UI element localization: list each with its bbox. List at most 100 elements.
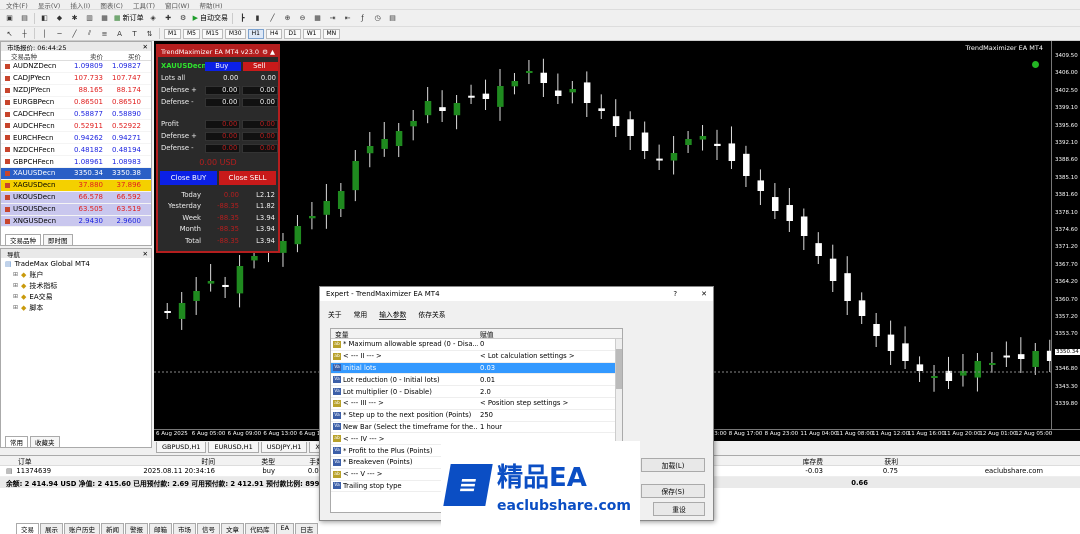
parameter-row[interactable]: Va Initial lots 0.03 bbox=[331, 362, 622, 375]
candle-chart-icon[interactable]: ▮ bbox=[252, 13, 263, 24]
tab-tick-chart[interactable]: 即时图 bbox=[43, 234, 73, 245]
menu-item[interactable]: 窗口(W) bbox=[165, 0, 190, 10]
terminal-tab[interactable]: EA bbox=[275, 523, 295, 534]
auto-trading-button[interactable]: ▶ 自动交易 bbox=[193, 13, 228, 23]
chart-shift-icon[interactable]: ⇤ bbox=[342, 13, 353, 24]
chart-tab[interactable]: EURUSD,H1 bbox=[208, 442, 259, 453]
expand-icon[interactable]: ⊞ bbox=[13, 304, 18, 311]
navigator-icon[interactable]: ✱ bbox=[69, 13, 80, 24]
market-watch-row[interactable]: AUDCHFecn 0.52911 0.52922 bbox=[1, 120, 151, 133]
expand-icon[interactable]: ⊞ bbox=[13, 282, 18, 289]
market-watch-row[interactable]: XAUUSDecn 3350.34 3350.38 bbox=[1, 168, 151, 180]
menu-item[interactable]: 图表(C) bbox=[100, 0, 123, 10]
timeframe-d1[interactable]: D1 bbox=[284, 28, 301, 39]
cursor-icon[interactable]: ↖ bbox=[4, 28, 15, 39]
menu-item[interactable]: 插入(I) bbox=[70, 0, 90, 10]
close-icon[interactable]: ✕ bbox=[143, 250, 148, 258]
zoom-in-icon[interactable]: ⊕ bbox=[282, 13, 293, 24]
chart-tab[interactable]: GBPUSD,H1 bbox=[156, 442, 207, 453]
market-watch-row[interactable]: CADJPYecn 107.733 107.747 bbox=[1, 73, 151, 85]
profiles-icon[interactable]: ▤ bbox=[19, 13, 30, 24]
sell-button[interactable]: Sell bbox=[242, 61, 278, 71]
templates-icon[interactable]: ▤ bbox=[387, 13, 398, 24]
channel-icon[interactable]: ⫽ bbox=[84, 28, 95, 39]
periods-icon[interactable]: ◷ bbox=[372, 13, 383, 24]
menu-item[interactable]: 显示(V) bbox=[38, 0, 61, 10]
parameter-row[interactable]: ab < --- III --- > < Position step setting… bbox=[331, 398, 622, 410]
timeframe-m15[interactable]: M15 bbox=[202, 28, 223, 39]
terminal-tab[interactable]: 新闻 bbox=[101, 523, 124, 534]
horizontal-line-icon[interactable]: ─ bbox=[54, 28, 65, 39]
dialog-tab[interactable]: 关于 bbox=[328, 309, 342, 319]
timeframe-mn[interactable]: MN bbox=[322, 28, 341, 39]
menu-item[interactable]: 文件(F) bbox=[6, 0, 28, 10]
terminal-tab[interactable]: 警报 bbox=[125, 523, 148, 534]
market-watch-row[interactable]: AUDNZDecn 1.09809 1.09827 bbox=[1, 61, 151, 73]
timeframe-h1[interactable]: H1 bbox=[247, 28, 264, 39]
terminal-tab[interactable]: 邮箱 bbox=[149, 523, 172, 534]
gear-icon[interactable]: ⚙ bbox=[262, 48, 268, 56]
parameter-row[interactable]: Va New Bar (Select the timeframe for the.… bbox=[331, 422, 622, 434]
load-button[interactable]: 加载(L) bbox=[641, 458, 705, 472]
expand-icon[interactable]: ⊞ bbox=[13, 271, 18, 278]
chart-tab[interactable]: USDJPY,H1 bbox=[260, 442, 308, 453]
parameter-row[interactable]: Va Lot reduction (0 - Initial lots) 0.01 bbox=[331, 374, 622, 387]
crosshair-tool-icon[interactable]: ┼ bbox=[19, 28, 30, 39]
market-watch-row[interactable]: NZDCHFecn 0.48182 0.48194 bbox=[1, 144, 151, 157]
navigator-item[interactable]: ⊞ ◆ 脚本 bbox=[1, 302, 151, 313]
market-watch-row[interactable]: EURCHFecn 0.94262 0.94271 bbox=[1, 132, 151, 145]
terminal-tab[interactable]: 文章 bbox=[221, 523, 244, 534]
line-chart-icon[interactable]: ╱ bbox=[267, 13, 278, 24]
help-button[interactable]: ? bbox=[673, 290, 677, 298]
collapse-icon[interactable]: ▲ bbox=[270, 48, 275, 56]
terminal-tab[interactable]: 账户历史 bbox=[64, 523, 100, 534]
dialog-tab[interactable]: 常用 bbox=[354, 309, 368, 319]
terminal-tab[interactable]: 市场 bbox=[173, 523, 196, 534]
reset-button[interactable]: 重设 bbox=[653, 502, 705, 516]
market-watch-row[interactable]: NZDJPYecn 88.165 88.174 bbox=[1, 85, 151, 97]
dialog-tab[interactable]: 依存关系 bbox=[418, 309, 445, 319]
crosshair-icon[interactable]: ✚ bbox=[163, 13, 174, 24]
navigator-item[interactable]: ⊞ ◆ 账户 bbox=[1, 269, 151, 280]
meta-editor-icon[interactable]: ◈ bbox=[148, 13, 159, 24]
terminal-icon[interactable]: ▥ bbox=[84, 13, 95, 24]
timeframe-m5[interactable]: M5 bbox=[183, 28, 200, 39]
tile-icon[interactable]: ▦ bbox=[312, 13, 323, 24]
timeframe-m30[interactable]: M30 bbox=[224, 28, 246, 39]
close-icon[interactable]: ✕ bbox=[143, 43, 148, 51]
indicators-icon[interactable]: ƒ bbox=[357, 13, 368, 24]
parameter-row[interactable]: ab < --- II --- > < Lot calculation settin… bbox=[331, 351, 622, 363]
navigator-root[interactable]: ▤ TradeMax Global MT4 bbox=[1, 258, 151, 269]
data-window-icon[interactable]: ◆ bbox=[54, 13, 65, 24]
save-button[interactable]: 保存(S) bbox=[641, 484, 705, 498]
menu-item[interactable]: 工具(T) bbox=[133, 0, 155, 10]
trendline-icon[interactable]: ╱ bbox=[69, 28, 80, 39]
tab-favorites[interactable]: 收藏夹 bbox=[30, 436, 60, 447]
close-buy-button[interactable]: Close BUY bbox=[160, 171, 217, 185]
market-watch-row[interactable]: EURGBPecn 0.86501 0.86510 bbox=[1, 97, 151, 109]
navigator-item[interactable]: ⊞ ◆ 技术指标 bbox=[1, 280, 151, 291]
close-sell-button[interactable]: Close SELL bbox=[219, 171, 276, 185]
dialog-tab[interactable]: 输入参数 bbox=[379, 309, 407, 320]
new-order-button[interactable]: ▦ 新订单 bbox=[114, 13, 144, 23]
tab-symbols[interactable]: 交易品种 bbox=[5, 234, 41, 245]
terminal-tab[interactable]: 代码库 bbox=[245, 523, 275, 534]
market-watch-row[interactable]: USOUSDecn 63.505 63.519 bbox=[1, 203, 151, 216]
terminal-tab[interactable]: 日志 bbox=[295, 523, 319, 534]
market-watch-row[interactable]: GBPCHFecn 1.08961 1.08983 bbox=[1, 156, 151, 169]
text-icon[interactable]: A bbox=[114, 28, 125, 39]
parameter-row[interactable]: Va Lot multiplier (0 - Disable) 2.0 bbox=[331, 386, 622, 398]
new-chart-icon[interactable]: ▣ bbox=[4, 13, 15, 24]
menu-item[interactable]: 帮助(H) bbox=[200, 0, 223, 10]
fibonacci-icon[interactable]: ≡ bbox=[99, 28, 110, 39]
label-icon[interactable]: T bbox=[129, 28, 140, 39]
terminal-tab[interactable]: 交易 bbox=[16, 523, 39, 534]
timeframe-w1[interactable]: W1 bbox=[302, 28, 321, 39]
vertical-line-icon[interactable]: │ bbox=[39, 28, 50, 39]
close-button[interactable]: ✕ bbox=[701, 290, 707, 298]
expand-icon[interactable]: ⊞ bbox=[13, 293, 18, 300]
zoom-out-icon[interactable]: ⊖ bbox=[297, 13, 308, 24]
terminal-tab[interactable]: 展示 bbox=[40, 523, 63, 534]
navigator-item[interactable]: ⊞ ◆ EA交易 bbox=[1, 291, 151, 302]
arrows-icon[interactable]: ⇅ bbox=[144, 28, 155, 39]
